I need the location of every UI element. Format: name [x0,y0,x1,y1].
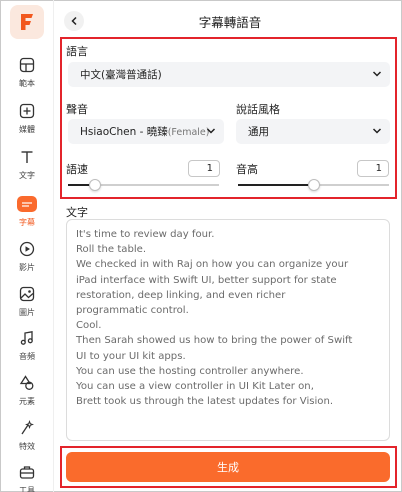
text-label: 文字 [66,206,88,219]
text-line: You can use a view controller in UI Kit … [76,381,314,393]
logo-f-icon [21,14,33,30]
text-line: Cool. [76,320,102,332]
pitch-slider-fill [238,184,314,186]
sidebar-item-media[interactable]: 媒體 [1,101,53,145]
chevron-down-icon [206,128,216,134]
effects-icon [17,418,37,438]
sidebar-item-tools[interactable]: 工具 [1,462,53,492]
template-icon [17,55,37,75]
text-line: UI to your UI kit apps. [76,350,186,362]
voice-label: 聲音 [66,103,88,116]
text-line: restoration, deep linking, and even rich… [76,289,286,301]
generate-button[interactable]: 生成 [66,452,390,482]
text-icon [17,147,37,167]
voice-value: HsiaoChen - 曉臻 [80,126,168,138]
sidebar-item-elements[interactable]: 元素 [1,373,53,417]
toolbox-icon [17,462,37,482]
sidebar-item-label: 範本 [19,79,35,88]
pitch-label: 音高 [236,163,258,176]
sidebar-item-video[interactable]: 影片 [1,239,53,283]
video-icon [17,239,37,259]
sidebar-item-label: 音頻 [19,352,35,361]
chevron-left-icon [71,16,77,26]
media-add-icon [17,101,37,121]
chevron-down-icon [372,128,382,134]
sidebar-item-label: 影片 [19,263,35,272]
sidebar-item-subtitle[interactable]: 字幕 [1,194,53,238]
speed-slider[interactable] [68,179,219,191]
voice-select[interactable]: HsiaoChen - 曉臻(Female) [68,119,224,144]
sidebar-item-label: 圖片 [19,308,35,317]
sidebar-item-template[interactable]: 範本 [1,55,53,99]
text-line: Roll the table. [76,244,147,256]
text-line: Then Sarah showed us how to bring the po… [76,335,353,347]
speed-slider-handle[interactable] [89,179,101,191]
speed-label: 語速 [66,163,88,176]
language-label: 語言 [66,45,88,58]
sidebar-item-label: 字幕 [19,218,35,227]
sidebar-item-label: 文字 [19,171,35,180]
sidebar-item-text[interactable]: 文字 [1,147,53,191]
sidebar-item-label: 工具 [19,486,35,492]
sidebar-divider [53,0,54,492]
sidebar-item-label: 元素 [19,397,35,406]
image-icon [17,284,37,304]
language-value: 中文(臺灣普通話) [80,69,162,81]
speaking-style-select[interactable]: 通用 [236,119,390,144]
speed-input[interactable]: 1 [188,160,220,177]
voice-gender: (Female) [167,127,210,138]
pitch-slider[interactable] [238,179,389,191]
back-button[interactable] [64,11,84,31]
sidebar: 範本 媒體 文字 字幕 影片 圖片 音頻 元素 特效 工具 [1,1,53,492]
speaking-style-value: 通用 [248,126,269,138]
text-line: We checked in with Raj on how you can or… [76,259,349,271]
sidebar-item-effects[interactable]: 特效 [1,418,53,462]
text-line: It's time to review day four. [76,229,215,240]
text-line: You can use the hosting controller anywh… [76,365,304,377]
app-logo[interactable] [10,5,44,39]
page-title: 字幕轉語音 [198,15,262,30]
pitch-slider-handle[interactable] [308,179,320,191]
elements-icon [17,373,37,393]
sidebar-item-label: 特效 [19,442,35,451]
chevron-down-icon [372,71,382,77]
text-line: programmatic control. [76,305,189,317]
subtitle-icon [17,194,37,214]
music-note-icon [17,328,37,348]
sidebar-item-image[interactable]: 圖片 [1,284,53,328]
sidebar-item-audio[interactable]: 音頻 [1,328,53,372]
subtitle-text-area[interactable]: It's time to review day four. Roll the t… [66,219,390,441]
speaking-style-label: 說話風格 [236,103,280,116]
text-line: Brett took us through the latest updates… [76,396,334,408]
language-select[interactable]: 中文(臺灣普通話) [68,62,390,87]
sidebar-item-label: 媒體 [19,125,35,134]
text-line: iPad interface with Swift UI, better sup… [76,274,337,286]
pitch-input[interactable]: 1 [357,160,389,177]
